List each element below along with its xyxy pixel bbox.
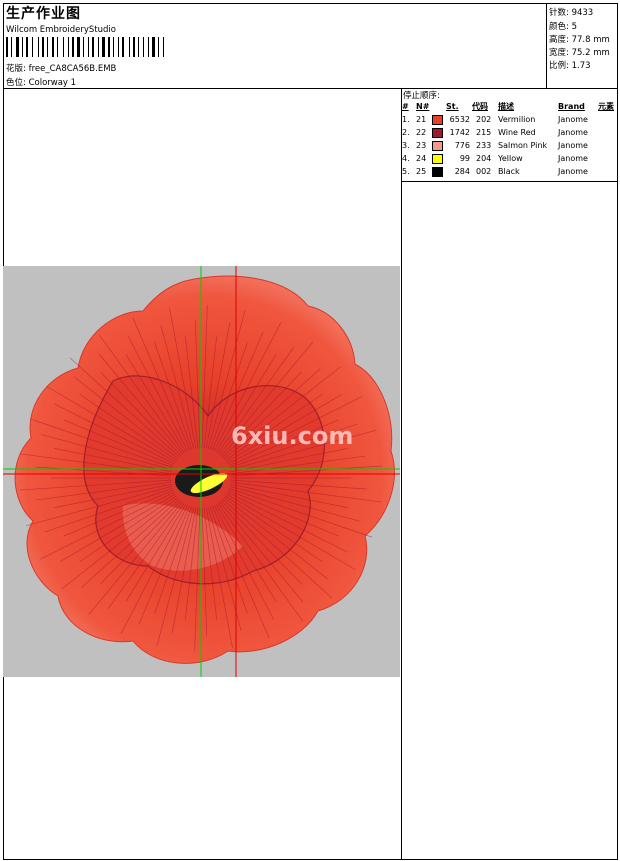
row-swatch bbox=[431, 126, 445, 139]
row-description: Vermilion bbox=[498, 115, 536, 124]
row-needle: 24 bbox=[416, 154, 427, 163]
design-file: free_CA8CA56B.EMB bbox=[28, 64, 117, 74]
watermark: 6xiu.com bbox=[231, 422, 353, 450]
row-description: Black bbox=[498, 167, 520, 176]
color-row: 3. 23 776 233 Salmon Pink Janome bbox=[401, 139, 620, 152]
table-bottom-divider bbox=[401, 181, 617, 182]
frame-bottom bbox=[3, 859, 618, 860]
row-brand: Janome bbox=[558, 154, 588, 163]
design-label: 花版: bbox=[6, 64, 26, 74]
design-preview: 6xiu.com bbox=[3, 266, 400, 677]
col-header-code: 代码 bbox=[472, 102, 488, 111]
col-header-stitches: St. bbox=[446, 102, 459, 111]
row-element bbox=[597, 113, 620, 126]
design-file-line: 花版: free_CA8CA56B.EMB bbox=[6, 62, 116, 74]
color-swatch bbox=[432, 166, 443, 177]
stat-scale: 比例: 1.73 bbox=[549, 61, 591, 71]
col-header-swatch bbox=[431, 100, 445, 113]
stat-colors: 颜色: 5 bbox=[549, 22, 577, 32]
row-brand: Janome bbox=[558, 115, 588, 124]
row-description: Wine Red bbox=[498, 128, 536, 137]
color-swatch bbox=[432, 127, 443, 138]
row-number: 4. bbox=[402, 154, 410, 163]
row-code: 202 bbox=[476, 115, 492, 124]
stat-height: 高度: 77.8 mm bbox=[549, 35, 610, 45]
col-header-n: N# bbox=[416, 102, 430, 111]
row-brand: Janome bbox=[558, 167, 588, 176]
row-stitches: 284 bbox=[454, 167, 470, 176]
row-number: 5. bbox=[402, 167, 410, 176]
row-swatch bbox=[431, 152, 445, 165]
row-swatch bbox=[431, 139, 445, 152]
color-row: 5. 25 284 002 Black Janome bbox=[401, 165, 620, 178]
row-stitches: 99 bbox=[459, 154, 470, 163]
row-number: 2. bbox=[402, 128, 410, 137]
col-header-brand: Brand bbox=[558, 102, 585, 111]
stat-stitches: 针数: 9433 bbox=[549, 8, 594, 18]
header-divider bbox=[3, 88, 617, 89]
row-brand: Janome bbox=[558, 141, 588, 150]
colorway-value: Colorway 1 bbox=[28, 78, 77, 88]
colorway-label: 色位: bbox=[6, 78, 26, 88]
row-element bbox=[597, 152, 620, 165]
row-code: 204 bbox=[476, 154, 492, 163]
color-row: 4. 24 99 204 Yellow Janome bbox=[401, 152, 620, 165]
row-needle: 21 bbox=[416, 115, 427, 124]
row-element bbox=[597, 139, 620, 152]
col-header-element: 元素 bbox=[598, 102, 614, 111]
colorway-line: 色位: Colorway 1 bbox=[6, 76, 76, 88]
row-code: 233 bbox=[476, 141, 492, 150]
flower-embroidery: 6xiu.com bbox=[3, 266, 400, 677]
stats-divider bbox=[546, 3, 547, 88]
row-brand: Janome bbox=[558, 128, 588, 137]
barcode bbox=[6, 37, 164, 57]
side-divider bbox=[401, 88, 402, 860]
row-code: 215 bbox=[476, 128, 492, 137]
color-row: 2. 22 1742 215 Wine Red Janome bbox=[401, 126, 620, 139]
row-code: 002 bbox=[476, 167, 492, 176]
row-needle: 23 bbox=[416, 141, 427, 150]
row-stitches: 1742 bbox=[449, 128, 470, 137]
row-swatch bbox=[431, 165, 445, 178]
row-description: Yellow bbox=[498, 154, 523, 163]
row-description: Salmon Pink bbox=[498, 141, 548, 150]
row-stitches: 776 bbox=[454, 141, 470, 150]
row-number: 1. bbox=[402, 115, 410, 124]
page-title: 生产作业图 bbox=[6, 6, 81, 22]
color-sequence-table: # N# St. 代码 描述 Brand 元素 1. 21 6532 202 Vermi… bbox=[401, 100, 620, 178]
frame-top bbox=[3, 3, 617, 4]
col-header-number: # bbox=[402, 102, 409, 111]
row-needle: 22 bbox=[416, 128, 427, 137]
color-swatch bbox=[432, 153, 443, 164]
row-needle: 25 bbox=[416, 167, 427, 176]
row-element bbox=[597, 165, 620, 178]
software-name: Wilcom EmbroideryStudio bbox=[6, 25, 116, 35]
row-swatch bbox=[431, 113, 445, 126]
row-element bbox=[597, 126, 620, 139]
color-swatch bbox=[432, 114, 443, 125]
color-swatch bbox=[432, 140, 443, 151]
color-row: 1. 21 6532 202 Vermilion Janome bbox=[401, 113, 620, 126]
row-stitches: 6532 bbox=[449, 115, 470, 124]
col-header-desc: 描述 bbox=[498, 102, 514, 111]
row-number: 3. bbox=[402, 141, 410, 150]
stat-width: 宽度: 75.2 mm bbox=[549, 48, 610, 58]
